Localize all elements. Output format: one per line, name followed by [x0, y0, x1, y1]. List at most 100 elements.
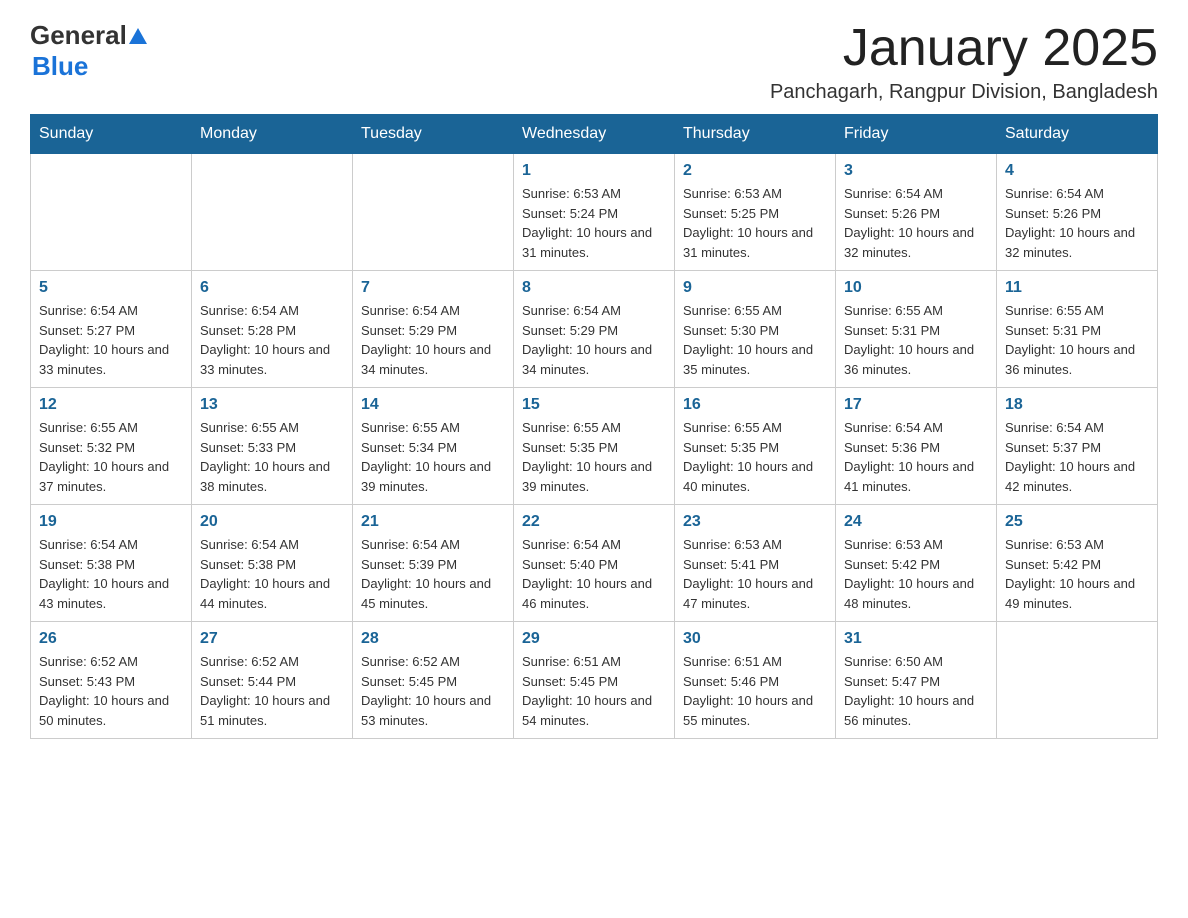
header-thursday: Thursday [675, 115, 836, 154]
day-number: 9 [683, 279, 827, 297]
calendar-cell: 12Sunrise: 6:55 AMSunset: 5:32 PMDayligh… [31, 388, 192, 505]
title-block: January 2025 Panchagarh, Rangpur Divisio… [770, 20, 1158, 104]
header-tuesday: Tuesday [353, 115, 514, 154]
day-number: 29 [522, 630, 666, 648]
calendar-cell: 11 Sunrise: 6:55 AMSunset: 5:31 PMDayligh… [997, 271, 1158, 388]
day-number: 20 [200, 513, 344, 531]
calendar-cell: 9 Sunrise: 6:55 AMSunset: 5:30 PMDaylight… [675, 271, 836, 388]
calendar-cell: 30 Sunrise: 6:51 AMSunset: 5:46 PMDayligh… [675, 622, 836, 739]
day-info: Sunrise: 6:55 AMSunset: 5:31 PMDaylight:… [1005, 301, 1149, 379]
logo: General Blue [30, 20, 149, 82]
day-info: Sunrise: 6:54 AMSunset: 5:26 PMDaylight:… [1005, 184, 1149, 262]
day-info: Sunrise: 6:54 AMSunset: 5:29 PMDaylight:… [361, 301, 505, 379]
day-number: 28 [361, 630, 505, 648]
day-number: 6 [200, 279, 344, 297]
day-number: 19 [39, 513, 183, 531]
day-info: Sunrise: 6:55 AMSunset: 5:35 PMDaylight:… [683, 418, 827, 496]
day-info: Sunrise: 6:55 AMSunset: 5:31 PMDaylight:… [844, 301, 988, 379]
day-number: 13 [200, 396, 344, 414]
calendar-cell: 13 Sunrise: 6:55 AMSunset: 5:33 PMDayligh… [192, 388, 353, 505]
calendar-cell: 1 Sunrise: 6:53 AMSunset: 5:24 PMDaylight… [514, 154, 675, 271]
day-info: Sunrise: 6:54 AMSunset: 5:40 PMDaylight:… [522, 535, 666, 613]
day-info: Sunrise: 6:54 AMSunset: 5:39 PMDaylight:… [361, 535, 505, 613]
day-info: Sunrise: 6:53 AMSunset: 5:24 PMDaylight:… [522, 184, 666, 262]
day-number: 3 [844, 162, 988, 180]
logo-general-text: General [30, 20, 127, 51]
day-info: Sunrise: 6:54 AMSunset: 5:28 PMDaylight:… [200, 301, 344, 379]
calendar-cell: 25Sunrise: 6:53 AMSunset: 5:42 PMDayligh… [997, 505, 1158, 622]
calendar-week-row: 19 Sunrise: 6:54 AMSunset: 5:38 PMDayligh… [31, 505, 1158, 622]
calendar-week-row: 12Sunrise: 6:55 AMSunset: 5:32 PMDayligh… [31, 388, 1158, 505]
calendar-cell: 20 Sunrise: 6:54 AMSunset: 5:38 PMDayligh… [192, 505, 353, 622]
calendar-cell: 6 Sunrise: 6:54 AMSunset: 5:28 PMDaylight… [192, 271, 353, 388]
day-info: Sunrise: 6:51 AMSunset: 5:46 PMDaylight:… [683, 652, 827, 730]
day-number: 1 [522, 162, 666, 180]
day-number: 8 [522, 279, 666, 297]
calendar-week-row: 1 Sunrise: 6:53 AMSunset: 5:24 PMDaylight… [31, 154, 1158, 271]
day-info: Sunrise: 6:54 AMSunset: 5:29 PMDaylight:… [522, 301, 666, 379]
header-friday: Friday [836, 115, 997, 154]
day-number: 16 [683, 396, 827, 414]
day-number: 2 [683, 162, 827, 180]
day-info: Sunrise: 6:54 AMSunset: 5:26 PMDaylight:… [844, 184, 988, 262]
day-info: Sunrise: 6:53 AMSunset: 5:41 PMDaylight:… [683, 535, 827, 613]
calendar-week-row: 5 Sunrise: 6:54 AMSunset: 5:27 PMDaylight… [31, 271, 1158, 388]
day-info: Sunrise: 6:55 AMSunset: 5:30 PMDaylight:… [683, 301, 827, 379]
logo-blue-word: Blue [32, 51, 88, 81]
calendar-cell: 31Sunrise: 6:50 AMSunset: 5:47 PMDayligh… [836, 622, 997, 739]
header-saturday: Saturday [997, 115, 1158, 154]
day-number: 11 [1005, 279, 1149, 297]
day-info: Sunrise: 6:55 AMSunset: 5:32 PMDaylight:… [39, 418, 183, 496]
header-sunday: Sunday [31, 115, 192, 154]
day-info: Sunrise: 6:55 AMSunset: 5:33 PMDaylight:… [200, 418, 344, 496]
calendar-cell: 28 Sunrise: 6:52 AMSunset: 5:45 PMDayligh… [353, 622, 514, 739]
calendar-cell: 15 Sunrise: 6:55 AMSunset: 5:35 PMDayligh… [514, 388, 675, 505]
day-number: 24 [844, 513, 988, 531]
calendar-cell [192, 154, 353, 271]
day-number: 30 [683, 630, 827, 648]
header-wednesday: Wednesday [514, 115, 675, 154]
header-monday: Monday [192, 115, 353, 154]
location-subtitle: Panchagarh, Rangpur Division, Bangladesh [770, 81, 1158, 104]
day-info: Sunrise: 6:54 AMSunset: 5:27 PMDaylight:… [39, 301, 183, 379]
day-info: Sunrise: 6:53 AMSunset: 5:25 PMDaylight:… [683, 184, 827, 262]
calendar-cell: 22 Sunrise: 6:54 AMSunset: 5:40 PMDayligh… [514, 505, 675, 622]
calendar-cell: 7Sunrise: 6:54 AMSunset: 5:29 PMDaylight… [353, 271, 514, 388]
day-info: Sunrise: 6:55 AMSunset: 5:35 PMDaylight:… [522, 418, 666, 496]
calendar-cell: 24 Sunrise: 6:53 AMSunset: 5:42 PMDayligh… [836, 505, 997, 622]
day-info: Sunrise: 6:52 AMSunset: 5:44 PMDaylight:… [200, 652, 344, 730]
day-number: 14 [361, 396, 505, 414]
calendar-header-row: SundayMondayTuesdayWednesdayThursdayFrid… [31, 115, 1158, 154]
day-number: 4 [1005, 162, 1149, 180]
calendar-cell: 18Sunrise: 6:54 AMSunset: 5:37 PMDayligh… [997, 388, 1158, 505]
calendar-cell: 27Sunrise: 6:52 AMSunset: 5:44 PMDayligh… [192, 622, 353, 739]
day-number: 17 [844, 396, 988, 414]
day-info: Sunrise: 6:53 AMSunset: 5:42 PMDaylight:… [844, 535, 988, 613]
day-info: Sunrise: 6:50 AMSunset: 5:47 PMDaylight:… [844, 652, 988, 730]
day-number: 5 [39, 279, 183, 297]
calendar-cell [353, 154, 514, 271]
day-number: 22 [522, 513, 666, 531]
calendar-cell: 23 Sunrise: 6:53 AMSunset: 5:41 PMDayligh… [675, 505, 836, 622]
calendar-cell: 5 Sunrise: 6:54 AMSunset: 5:27 PMDaylight… [31, 271, 192, 388]
day-number: 23 [683, 513, 827, 531]
calendar-cell: 4 Sunrise: 6:54 AMSunset: 5:26 PMDaylight… [997, 154, 1158, 271]
calendar-cell: 2 Sunrise: 6:53 AMSunset: 5:25 PMDaylight… [675, 154, 836, 271]
day-info: Sunrise: 6:54 AMSunset: 5:38 PMDaylight:… [39, 535, 183, 613]
logo-blue-part [127, 28, 149, 44]
page-header: General Blue January 2025 Panchagarh, Ra… [30, 20, 1158, 104]
day-number: 15 [522, 396, 666, 414]
day-number: 18 [1005, 396, 1149, 414]
calendar-cell: 29Sunrise: 6:51 AMSunset: 5:45 PMDayligh… [514, 622, 675, 739]
day-number: 26 [39, 630, 183, 648]
day-info: Sunrise: 6:52 AMSunset: 5:43 PMDaylight:… [39, 652, 183, 730]
calendar-cell [997, 622, 1158, 739]
month-title: January 2025 [770, 20, 1158, 77]
calendar-week-row: 26 Sunrise: 6:52 AMSunset: 5:43 PMDayligh… [31, 622, 1158, 739]
day-info: Sunrise: 6:52 AMSunset: 5:45 PMDaylight:… [361, 652, 505, 730]
day-info: Sunrise: 6:54 AMSunset: 5:38 PMDaylight:… [200, 535, 344, 613]
day-info: Sunrise: 6:54 AMSunset: 5:36 PMDaylight:… [844, 418, 988, 496]
calendar-cell: 17 Sunrise: 6:54 AMSunset: 5:36 PMDayligh… [836, 388, 997, 505]
calendar-cell: 10Sunrise: 6:55 AMSunset: 5:31 PMDayligh… [836, 271, 997, 388]
calendar-cell: 14Sunrise: 6:55 AMSunset: 5:34 PMDayligh… [353, 388, 514, 505]
